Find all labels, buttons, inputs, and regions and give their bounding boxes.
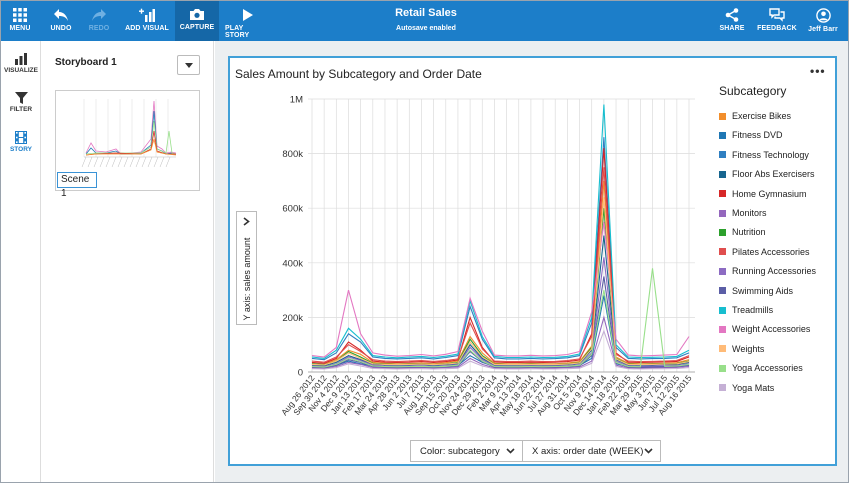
legend-item[interactable]: Floor Abs Exercisers bbox=[719, 167, 815, 181]
legend-item[interactable]: Treadmills bbox=[719, 303, 773, 317]
y-tick-label: 1M bbox=[290, 95, 303, 106]
color-field-label: Color: subcategory bbox=[420, 445, 500, 457]
y-tick-label: 200k bbox=[282, 313, 303, 324]
legend-item[interactable]: Weight Accessories bbox=[719, 322, 810, 336]
legend-label: Running Accessories bbox=[732, 266, 817, 277]
legend-item[interactable]: Fitness Technology bbox=[719, 148, 809, 162]
y-tick-label: 400k bbox=[282, 258, 303, 269]
legend-swatch bbox=[719, 131, 726, 139]
legend-swatch bbox=[719, 112, 726, 120]
legend-label: Nutrition bbox=[732, 227, 766, 238]
y-tick-label: 600k bbox=[282, 204, 303, 215]
legend-label: Home Gymnasium bbox=[732, 188, 807, 199]
legend-item[interactable]: Weights bbox=[719, 342, 764, 356]
legend-item[interactable]: Monitors bbox=[719, 206, 767, 220]
legend-swatch bbox=[719, 345, 726, 353]
y-tick-label: 800k bbox=[282, 149, 303, 160]
legend-item[interactable]: Home Gymnasium bbox=[719, 187, 807, 201]
legend-swatch bbox=[719, 267, 726, 275]
chevron-down-icon bbox=[506, 448, 515, 454]
legend-item[interactable]: Yoga Accessories bbox=[719, 361, 803, 375]
legend-label: Fitness Technology bbox=[732, 149, 809, 160]
x-axis-field-label: X axis: order date (WEEK) bbox=[532, 445, 644, 457]
legend-label: Treadmills bbox=[732, 305, 774, 315]
legend-swatch bbox=[719, 228, 726, 236]
legend-item[interactable]: Nutrition bbox=[719, 225, 766, 239]
legend-label: Monitors bbox=[732, 208, 767, 218]
legend-item[interactable]: Swimming Aids bbox=[719, 284, 793, 298]
legend-item[interactable]: Fitness DVD bbox=[719, 128, 783, 142]
legend-item[interactable]: Pilates Accessories bbox=[719, 245, 810, 259]
legend-label: Yoga Accessories bbox=[732, 363, 803, 374]
chevron-down-icon bbox=[644, 448, 653, 454]
legend-label: Exercise Bikes bbox=[732, 111, 792, 121]
legend-label: Swimming Aids bbox=[732, 285, 794, 296]
legend-label: Weight Accessories bbox=[732, 324, 811, 335]
x-axis-field-well[interactable]: X axis: order date (WEEK) bbox=[522, 440, 661, 462]
y-tick-label: 0 bbox=[298, 368, 303, 379]
legend-label: Pilates Accessories bbox=[732, 246, 810, 257]
legend-swatch bbox=[719, 364, 726, 372]
plot-area bbox=[308, 99, 695, 372]
legend-swatch bbox=[719, 209, 726, 217]
legend-swatch bbox=[719, 384, 726, 392]
legend-label: Weights bbox=[732, 343, 765, 354]
legend-swatch bbox=[719, 151, 726, 159]
legend-item[interactable]: Exercise Bikes bbox=[719, 109, 791, 123]
legend-label: Floor Abs Exercisers bbox=[732, 169, 815, 180]
legend-label: Yoga Mats bbox=[732, 382, 775, 393]
line-chart: 0200k400k600k800k1MAug 26 2012Sep 30 201… bbox=[279, 95, 695, 418]
legend-item[interactable]: Yoga Mats bbox=[719, 381, 774, 395]
legend-item[interactable]: Running Accessories bbox=[719, 264, 816, 278]
legend-swatch bbox=[719, 287, 726, 295]
legend-swatch bbox=[719, 248, 726, 256]
legend-swatch bbox=[719, 325, 726, 333]
legend-swatch bbox=[719, 306, 726, 314]
app-window: MENU UNDO REDO ADD VISUAL CAPTURE PLAY S… bbox=[0, 0, 849, 483]
legend-swatch bbox=[719, 170, 726, 178]
legend-title: Subcategory bbox=[719, 84, 787, 98]
color-field-well[interactable]: Color: subcategory bbox=[410, 440, 523, 462]
legend-label: Fitness DVD bbox=[732, 130, 783, 141]
legend-swatch bbox=[719, 190, 726, 198]
